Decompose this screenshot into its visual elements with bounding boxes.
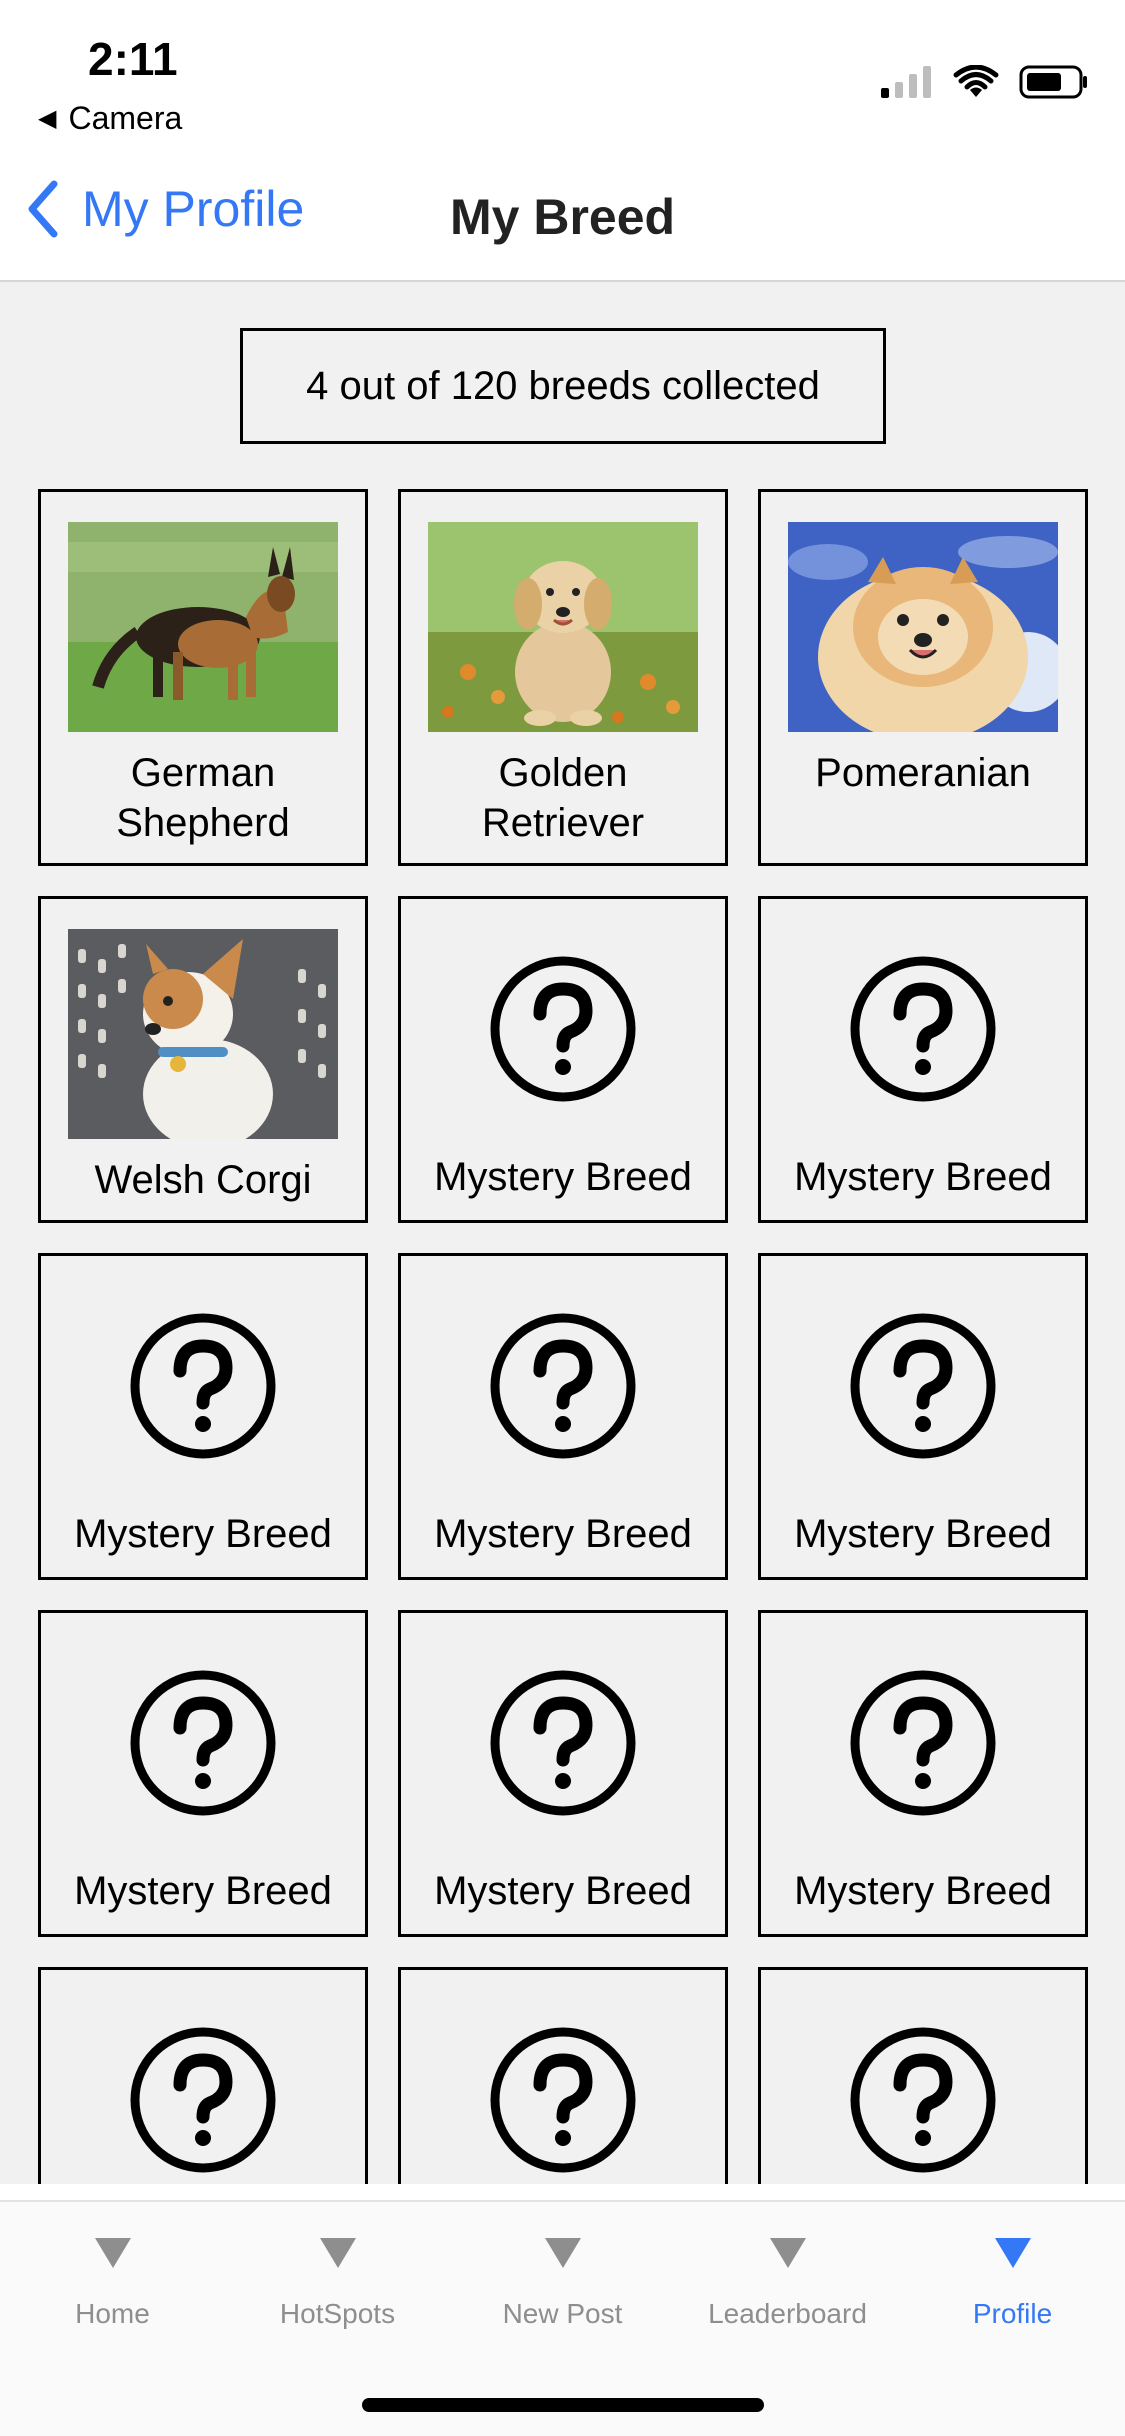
question-mark-icon: [850, 1670, 996, 1816]
breed-card-mystery[interactable]: Mystery Breed: [758, 896, 1088, 1223]
tab-label: Home: [75, 2298, 150, 2329]
breed-card-mystery[interactable]: Mystery Breed: [398, 1610, 728, 1937]
chevron-left-icon: [28, 180, 58, 238]
back-app-label: Camera: [68, 100, 183, 136]
navigation-bar: My Profile My Breed: [0, 150, 1125, 282]
home-indicator[interactable]: [362, 2398, 764, 2412]
breed-collection-view[interactable]: 4 out of 120 breeds collected German She…: [0, 282, 1125, 2184]
breed-card-golden-retriever[interactable]: Golden Retriever: [398, 489, 728, 866]
tab-profile[interactable]: Profile: [900, 2238, 1125, 2330]
tab-hotspots[interactable]: HotSpots: [225, 2238, 450, 2330]
breed-photo: [68, 522, 338, 732]
back-triangle-icon: ◀: [38, 105, 57, 132]
triangle-down-icon: [319, 2238, 356, 2268]
tab-leaderboard[interactable]: Leaderboard: [675, 2238, 900, 2330]
tab-label: Profile: [972, 2298, 1053, 2329]
breed-name: Mystery Breed: [74, 1869, 332, 1913]
question-mark-icon: [850, 956, 996, 1102]
breed-card-mystery[interactable]: [758, 1967, 1088, 2184]
breed-card-mystery[interactable]: Mystery Breed: [758, 1253, 1088, 1580]
question-mark-icon: [850, 1313, 996, 1459]
page-title: My Breed: [450, 189, 676, 245]
breed-name: Mystery Breed: [794, 1512, 1052, 1556]
breed-name: Welsh Corgi: [94, 1158, 312, 1202]
breed-card-german-shepherd[interactable]: German Shepherd: [38, 489, 368, 866]
wifi-icon: [953, 65, 999, 97]
question-mark-icon: [490, 2027, 636, 2173]
triangle-down-icon: [994, 2238, 1031, 2268]
breed-name: Pomeranian: [815, 751, 1031, 795]
breed-name: Mystery Breed: [74, 1512, 332, 1556]
triangle-down-icon: [94, 2238, 131, 2268]
cellular-signal-icon: [881, 66, 931, 98]
breed-name: Mystery Breed: [434, 1869, 692, 1913]
back-to-app-link[interactable]: ◀ Camera: [38, 100, 182, 137]
breed-card-mystery[interactable]: Mystery Breed: [398, 896, 728, 1223]
question-mark-icon: [130, 1313, 276, 1459]
breed-name: Mystery Breed: [794, 1155, 1052, 1199]
triangle-down-icon: [544, 2238, 581, 2268]
breed-photo: [788, 522, 1058, 732]
breed-name: Mystery Breed: [434, 1512, 692, 1556]
status-bar: 2:11 ◀ Camera: [0, 0, 1125, 150]
question-mark-icon: [490, 1670, 636, 1816]
breed-name: Mystery Breed: [794, 1869, 1052, 1913]
status-time: 2:11: [88, 33, 178, 85]
back-button-label: My Profile: [82, 181, 305, 237]
question-mark-icon: [490, 956, 636, 1102]
back-button[interactable]: My Profile: [26, 180, 304, 238]
breed-card-mystery[interactable]: Mystery Breed: [38, 1610, 368, 1937]
tab-home[interactable]: Home: [0, 2238, 225, 2330]
breed-name: Golden Retriever: [481, 751, 645, 845]
tab-new-post[interactable]: New Post: [450, 2238, 675, 2330]
question-mark-icon: [490, 1313, 636, 1459]
tab-label: HotSpots: [279, 2298, 396, 2329]
breed-card-mystery[interactable]: [398, 1967, 728, 2184]
breed-card-mystery[interactable]: Mystery Breed: [758, 1610, 1088, 1937]
tab-label: Leaderboard: [708, 2298, 867, 2329]
breed-name: Mystery Breed: [434, 1155, 692, 1199]
triangle-down-icon: [769, 2238, 806, 2268]
breed-card-mystery[interactable]: [38, 1967, 368, 2184]
question-mark-icon: [130, 1670, 276, 1816]
question-mark-icon: [850, 2027, 996, 2173]
tab-label: New Post: [502, 2298, 623, 2329]
breed-card-welsh-corgi[interactable]: Welsh Corgi: [38, 896, 368, 1223]
breed-card-mystery[interactable]: Mystery Breed: [38, 1253, 368, 1580]
collection-counter: 4 out of 120 breeds collected: [240, 328, 886, 444]
question-mark-icon: [130, 2027, 276, 2173]
breed-name: German Shepherd: [116, 751, 290, 845]
breed-photo: [428, 522, 698, 732]
breed-card-pomeranian[interactable]: Pomeranian: [758, 489, 1088, 866]
breed-photo: [68, 929, 338, 1139]
status-icons: [881, 64, 1089, 100]
breed-card-mystery[interactable]: Mystery Breed: [398, 1253, 728, 1580]
battery-icon: [1019, 65, 1087, 99]
